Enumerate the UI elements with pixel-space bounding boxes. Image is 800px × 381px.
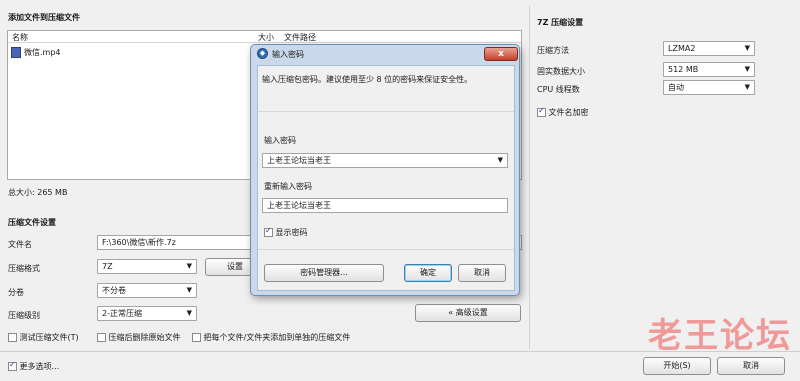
col-path-header[interactable]: 文件路径 [284,32,316,43]
confirm-password-label: 重新输入密码 [264,182,312,191]
filename-label: 文件名 [8,240,32,249]
chevron-down-icon: ▼ [744,65,750,73]
level-value: 2-正常压缩 [102,309,142,318]
dict-select[interactable]: 512 MB ▼ [663,62,755,77]
chevron-down-icon[interactable]: ▼ [498,154,503,167]
panel-divider [529,5,530,349]
checkbox-box[interactable] [8,360,17,371]
chevron-down-icon: ▼ [186,309,192,317]
format-label: 压缩格式 [8,264,40,273]
more-options-checkbox[interactable]: 更多选项... [8,360,60,372]
method-label: 压缩方法 [537,46,569,55]
close-icon: x [498,49,504,59]
dict-label: 固实数据大小 [537,67,585,76]
delete-source-checkbox[interactable]: 压缩后删除原始文件 [97,332,181,343]
checkbox-box[interactable] [264,226,273,237]
cpu-select[interactable]: 自动 ▼ [663,80,755,95]
dialog-hint: 输入压缩包密码。建议使用至少 8 位的密码来保证安全性。 [262,75,473,84]
dialog-content: 输入压缩包密码。建议使用至少 8 位的密码来保证安全性。 输入密码 上老王论坛当… [257,65,515,291]
dialog-titlebar[interactable]: ◆ 输入密码 x [251,45,519,63]
separate-archives-checkbox[interactable]: 把每个文件/文件夹添加到单独的压缩文件 [192,332,350,343]
chevron-down-icon: ▼ [744,44,750,52]
level-label: 压缩级别 [8,311,40,320]
test-archive-checkbox[interactable]: 测试压缩文件(T) [8,332,79,343]
show-password-checkbox[interactable]: 显示密码 [264,226,308,238]
confirm-password-input[interactable]: 上老王论坛当老王 [262,198,508,213]
level-select[interactable]: 2-正常压缩 ▼ [97,306,197,321]
ok-button[interactable]: 确定 [404,264,452,282]
file-list-header: 名称 大小 文件路径 [8,31,521,43]
dialog-cancel-label: 取消 [474,268,490,277]
video-file-icon [11,47,21,58]
filename-value: F:\360\微信\新作.7z [102,238,176,247]
start-button[interactable]: 开始(S) [643,357,711,375]
right-panel-title: 7Z 压缩设置 [537,18,584,27]
chevron-down-icon: ▼ [186,262,192,270]
cpu-label: CPU 线程数 [537,85,580,94]
dict-value: 512 MB [668,65,699,74]
col-name-header[interactable]: 名称 [12,32,28,43]
password-input[interactable]: 上老王论坛当老王 ▼ [262,153,508,168]
settings-button-label: 设置 [227,262,243,271]
password-label: 输入密码 [264,136,296,145]
watermark-text: 老王论坛 [648,316,792,356]
format-select[interactable]: 7Z ▼ [97,259,197,274]
start-button-label: 开始(S) [663,361,691,370]
add-files-title: 添加文件到压缩文件 [8,13,80,22]
total-size: 总大小: 265 MB [8,188,68,197]
ok-button-label: 确定 [420,268,436,277]
col-size-header[interactable]: 大小 [258,32,274,43]
dialog-divider [258,249,514,250]
settings-title: 压缩文件设置 [8,218,56,227]
encrypt-names-label: 文件名加密 [548,108,589,117]
method-value: LZMA2 [668,44,696,53]
checkbox-box[interactable] [97,333,106,342]
checkbox-box[interactable] [192,333,201,342]
checkbox-box[interactable] [537,106,546,117]
show-password-label: 显示密码 [275,228,308,237]
split-value: 不分卷 [102,286,126,295]
password-value: 上老王论坛当老王 [267,156,331,165]
file-name: 微信.mp4 [24,48,61,57]
close-button[interactable]: x [484,47,518,61]
password-dialog: ◆ 输入密码 x 输入压缩包密码。建议使用至少 8 位的密码来保证安全性。 输入… [250,44,520,296]
delete-source-label: 压缩后删除原始文件 [108,333,181,342]
password-manager-label: 密码管理器... [300,268,348,277]
dialog-cancel-button[interactable]: 取消 [458,264,506,282]
cpu-value: 自动 [668,83,684,92]
more-options-label: 更多选项... [19,362,60,371]
format-value: 7Z [102,262,113,271]
encrypt-names-checkbox[interactable]: 文件名加密 [537,106,589,118]
checkbox-box[interactable] [8,333,17,342]
cancel-button-label: 取消 [743,361,759,370]
advanced-button-label: « 高级设置 [448,308,488,317]
cancel-button[interactable]: 取消 [717,357,785,375]
test-archive-label: 测试压缩文件(T) [19,333,79,342]
split-label: 分卷 [8,288,24,297]
method-select[interactable]: LZMA2 ▼ [663,41,755,56]
watermark-logo: 老王论坛 [648,308,792,357]
confirm-password-value: 上老王论坛当老王 [267,201,331,210]
dialog-title: 输入密码 [272,50,304,59]
app-icon: ◆ [257,48,268,59]
split-select[interactable]: 不分卷 ▼ [97,283,197,298]
password-manager-button[interactable]: 密码管理器... [264,264,384,282]
separate-archives-label: 把每个文件/文件夹添加到单独的压缩文件 [203,333,351,342]
chevron-down-icon: ▼ [744,83,750,91]
chevron-down-icon: ▼ [186,286,192,294]
advanced-settings-button[interactable]: « 高级设置 [415,304,521,322]
dialog-divider [258,111,514,112]
